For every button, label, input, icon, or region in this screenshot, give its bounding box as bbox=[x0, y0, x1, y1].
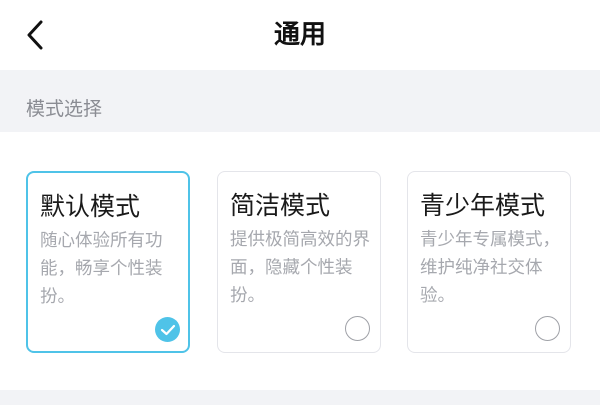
checkmark-icon bbox=[160, 324, 175, 335]
section-divider bbox=[0, 390, 600, 405]
mode-card-simple[interactable]: 简洁模式 提供极简高效的界面，隐藏个性装扮。 bbox=[217, 171, 381, 353]
section-label: 模式选择 bbox=[26, 98, 103, 120]
mode-card-title: 青少年模式 bbox=[420, 191, 546, 220]
mode-card-default[interactable]: 默认模式 随心体验所有功能，畅享个性装扮。 bbox=[26, 171, 190, 353]
mode-card-title: 简洁模式 bbox=[230, 191, 331, 220]
radio-unchecked-icon[interactable] bbox=[535, 316, 560, 341]
mode-card-description: 提供极简高效的界面，隐藏个性装扮。 bbox=[230, 230, 370, 306]
mode-card-description: 青少年专属模式，维护纯净社交体验。 bbox=[420, 230, 560, 306]
mode-selection-panel: 默认模式 随心体验所有功能，畅享个性装扮。 简洁模式 提供极简高效的界面，隐藏个… bbox=[0, 132, 600, 390]
mode-card-description: 随心体验所有功能，畅享个性装扮。 bbox=[40, 231, 163, 307]
mode-card-teen[interactable]: 青少年模式 青少年专属模式，维护纯净社交体验。 bbox=[407, 171, 571, 353]
top-nav-bar: 通用 bbox=[0, 0, 600, 70]
section-header: 模式选择 bbox=[0, 70, 600, 132]
radio-unchecked-icon[interactable] bbox=[345, 316, 370, 341]
page-title: 通用 bbox=[273, 20, 326, 50]
radio-checked-icon[interactable] bbox=[155, 317, 180, 342]
mode-card-title: 默认模式 bbox=[40, 192, 141, 221]
